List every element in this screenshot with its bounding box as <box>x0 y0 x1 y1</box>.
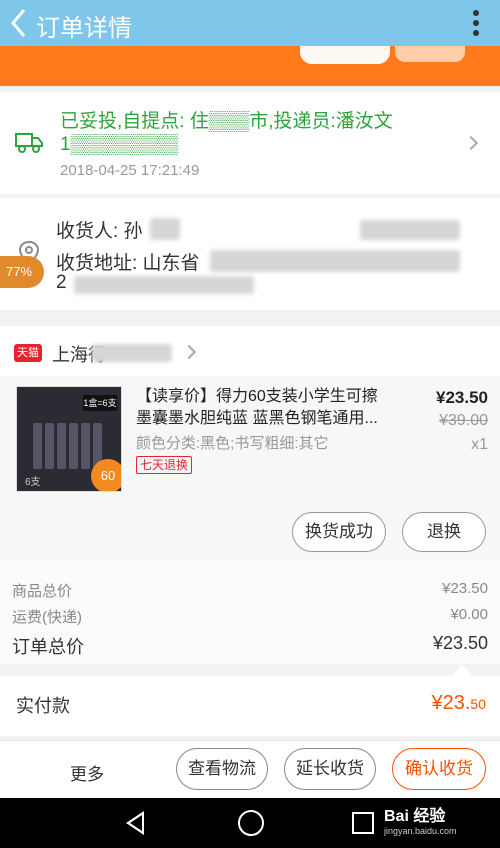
redacted-name <box>150 218 180 240</box>
banner-decoration <box>395 46 465 62</box>
back-arrow-icon[interactable] <box>8 6 30 40</box>
top-bar: 订单详情 <box>0 0 500 46</box>
actual-payment-amount: ¥23.50 <box>431 692 486 715</box>
return-exchange-button[interactable]: 退换 <box>402 512 486 552</box>
more-button[interactable]: 更多 <box>70 760 104 785</box>
baidu-watermark: Bai 经验 jingyan.baidu.com <box>384 802 496 836</box>
shipping-value: ¥0.00 <box>450 606 488 623</box>
product-quantity: x1 <box>471 436 488 453</box>
extend-receipt-button[interactable]: 延长收货 <box>284 748 376 790</box>
receiver-label: 收货人: 孙 <box>56 221 143 242</box>
product-title-line1: 【读享价】得力60支装小学生可擦 <box>136 388 378 405</box>
order-total-value: ¥23.50 <box>432 633 488 653</box>
confirm-receipt-button[interactable]: 确认收货 <box>392 748 486 790</box>
thumb-label: 1盒=6支 <box>83 395 117 411</box>
watermark-text: Bai 经验 <box>384 808 446 825</box>
banner-decoration <box>300 46 390 64</box>
goods-total-label: 商品总价 <box>12 583 73 600</box>
ink-tube <box>33 423 42 469</box>
pointer-notch <box>452 664 472 676</box>
ink-tube <box>45 423 54 469</box>
ink-tube <box>81 423 90 469</box>
product-thumbnail[interactable]: 1盒=6支 6支 60 <box>16 386 122 492</box>
product-title[interactable]: 【读享价】得力60支装小学生可擦 墨囊墨水胆纯蓝 蓝黑色钢笔通用... <box>136 386 398 430</box>
nav-recent-icon[interactable] <box>352 812 374 834</box>
logistics-status-line2: 1▒▒▒▒▒▒▒▒ <box>60 134 179 155</box>
payment-amount-main: ¥23. <box>431 692 471 714</box>
seven-day-return-tag: 七天退换 <box>136 456 193 474</box>
tmall-badge: 天猫 <box>14 344 42 362</box>
redacted-address <box>210 250 460 272</box>
redacted-phone <box>360 220 460 240</box>
logistics-time: 2018-04-25 17:21:49 <box>60 162 200 179</box>
goods-total-row: 商品总价 ¥23.50 <box>12 580 488 601</box>
view-logistics-button[interactable]: 查看物流 <box>176 748 268 790</box>
exchange-success-button[interactable]: 换货成功 <box>292 512 386 552</box>
logistics-status: 已妥投,自提点: 住▒▒▒市,投递员:潘汝文 <box>60 111 393 132</box>
order-total-label: 订单总价 <box>12 637 84 657</box>
ink-tube <box>57 423 66 469</box>
address-line2: 2 <box>56 272 67 293</box>
actual-payment-row <box>0 676 500 736</box>
nav-home-icon[interactable] <box>238 810 264 836</box>
thumb-badge: 60 <box>91 459 121 491</box>
redacted-shop <box>92 344 172 362</box>
thumb-count: 6支 <box>25 477 41 488</box>
truck-icon <box>15 133 43 153</box>
product-original-price: ¥39.00 <box>439 412 488 429</box>
goods-total-value: ¥23.50 <box>442 580 488 597</box>
redacted-address <box>74 276 254 294</box>
product-price: ¥23.50 <box>436 388 488 407</box>
product-title-line2: 墨囊墨水胆纯蓝 蓝黑色钢笔通用... <box>136 410 378 427</box>
order-total-row: 订单总价 ¥23.50 <box>12 633 488 659</box>
watermark-url: jingyan.baidu.com <box>384 826 457 836</box>
product-spec: 颜色分类:黑色;书写粗细:其它 <box>136 435 329 452</box>
page-title: 订单详情 <box>36 15 132 42</box>
promo-banner <box>0 46 500 86</box>
payment-amount-cents: 50 <box>470 696 486 712</box>
actual-payment-label: 实付款 <box>16 696 70 716</box>
shipping-label: 运费(快递) <box>12 609 82 626</box>
floating-progress-badge[interactable]: 77% <box>0 256 44 288</box>
nav-back-icon-inner <box>130 815 142 831</box>
shipping-row: 运费(快递) ¥0.00 <box>12 606 488 627</box>
address-label: 收货地址: 山东省 <box>56 253 200 274</box>
ink-tube <box>69 423 78 469</box>
more-options-icon[interactable] <box>472 10 480 36</box>
